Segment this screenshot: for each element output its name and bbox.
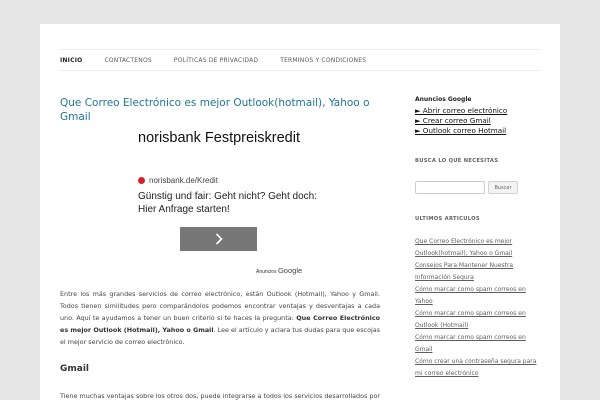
- ad-attribution[interactable]: Anuncios Google: [256, 266, 302, 275]
- gmail-paragraph: Tiene muchas ventajas sobre los otros do…: [60, 392, 380, 400]
- nav-terminos-condiciones[interactable]: TERMINOS Y CONDICIONES: [280, 57, 366, 64]
- ad-attribution-label: Anuncios: [256, 269, 277, 275]
- search-button[interactable]: Buscar: [488, 181, 518, 194]
- search-input[interactable]: [415, 181, 485, 194]
- sidebar-ad-link[interactable]: ► Outlook correo Hotmail: [415, 126, 540, 136]
- page-container: INICIO CONTACTENOS POLÍTICAS DE PRIVACID…: [40, 24, 560, 400]
- sidebar-ad-link[interactable]: ► Crear correo Gmail: [415, 116, 540, 126]
- ad-url-text: norisbank.de/Kredit: [149, 176, 218, 185]
- main-content: Que Correo Electrónico es mejor Outlook(…: [60, 96, 380, 400]
- ad-block[interactable]: norisbank Festpreiskredit norisbank.de/K…: [60, 130, 380, 280]
- recent-post-link[interactable]: Cómo marcar como spam correos en Outlook…: [415, 308, 540, 332]
- ad-favicon-icon: [138, 177, 145, 184]
- nav-politicas-privacidad[interactable]: POLÍTICAS DE PRIVACIDAD: [174, 57, 258, 64]
- heading-gmail: Gmail: [60, 364, 90, 374]
- nav-inicio[interactable]: INICIO: [60, 57, 82, 64]
- recent-post-link[interactable]: Cómo marcar como spam correos en Gmail: [415, 332, 540, 356]
- search-form: Buscar: [415, 181, 540, 194]
- ad-url[interactable]: norisbank.de/Kredit: [138, 176, 218, 185]
- recent-post-link[interactable]: Consejos Para Mantener Nuestra Informaci…: [415, 260, 540, 284]
- sidebar-ad-link[interactable]: ► Abrir correo electrónico: [415, 106, 540, 116]
- ad-description: Günstig und fair: Geht nicht? Geht doch:…: [138, 191, 317, 215]
- nav-contactenos[interactable]: CONTACTENOS: [104, 57, 151, 64]
- post-title[interactable]: Que Correo Electrónico es mejor Outlook(…: [60, 96, 380, 124]
- sidebar-ad-links: ► Abrir correo electrónico ► Crear corre…: [415, 106, 540, 136]
- google-logo: Google: [277, 266, 303, 275]
- sidebar-ads-heading[interactable]: Anuncios Google: [415, 96, 540, 103]
- recent-post-link[interactable]: Cómo crear una contraseña segura para mi…: [415, 356, 540, 380]
- post-intro: Entre los más grandes servicios de corre…: [60, 288, 380, 348]
- recent-post-link[interactable]: Cómo marcar como spam correos en Yahoo: [415, 284, 540, 308]
- recent-posts-list: Que Correo Electrónico es mejor Outlook(…: [415, 236, 540, 380]
- main-nav: INICIO CONTACTENOS POLÍTICAS DE PRIVACID…: [60, 49, 540, 71]
- recent-posts-title: ULTIMOS ARTICULOS: [415, 216, 480, 222]
- chevron-right-icon: [215, 233, 223, 245]
- sidebar: Anuncios Google ► Abrir correo electróni…: [415, 96, 540, 380]
- search-widget-title: BUSCA LO QUE NECESITAS: [415, 158, 499, 164]
- recent-post-link[interactable]: Que Correo Electrónico es mejor Outlook(…: [415, 236, 540, 260]
- ad-arrow-button[interactable]: [180, 227, 257, 251]
- ad-title[interactable]: norisbank Festpreiskredit: [138, 130, 338, 147]
